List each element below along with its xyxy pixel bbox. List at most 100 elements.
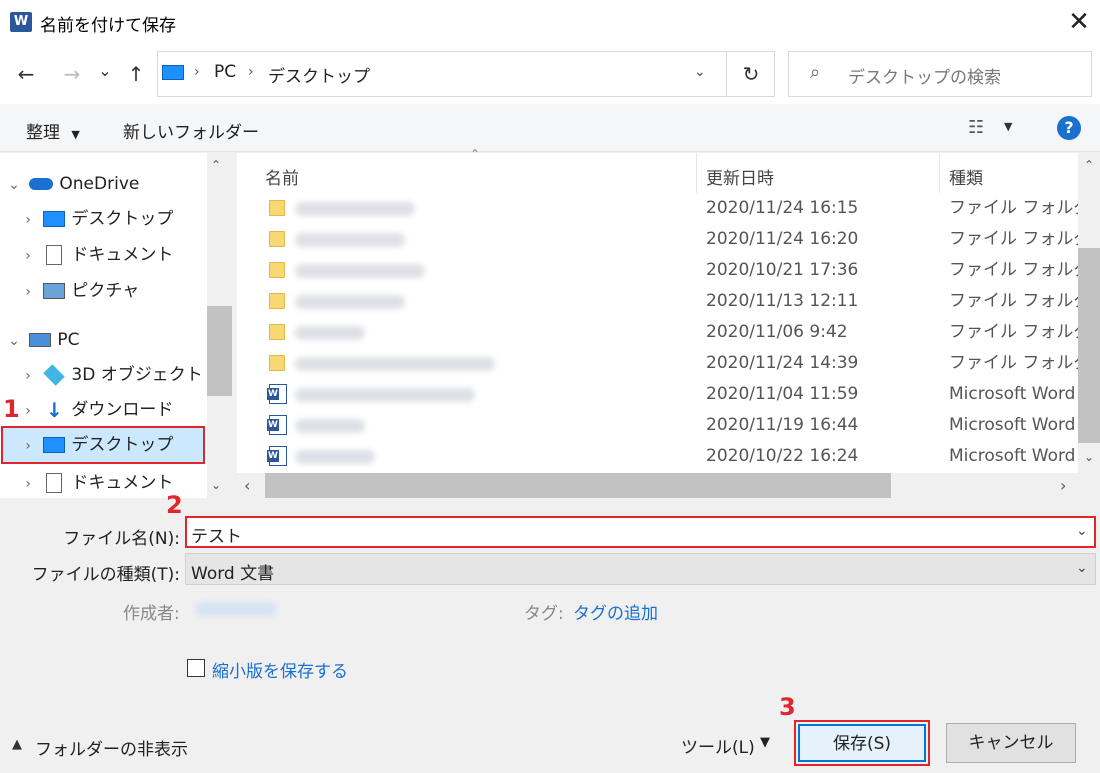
filetype-value[interactable]: Word 文書 xyxy=(191,559,274,584)
filename-dropdown-chevron-icon[interactable]: ⌄ xyxy=(1076,523,1088,539)
file-name-blurred[interactable] xyxy=(295,450,375,464)
scroll-left-chevron-icon[interactable]: ‹ xyxy=(244,476,250,495)
recent-locations-chevron-icon[interactable]: ⌄ xyxy=(95,56,115,86)
column-divider[interactable] xyxy=(939,153,940,193)
up-arrow-icon[interactable]: ↑ xyxy=(124,59,148,89)
file-name-blurred[interactable] xyxy=(295,233,405,247)
step-annotation-2: 2 xyxy=(166,491,183,519)
file-list-vertical-scroll-thumb[interactable] xyxy=(1078,248,1100,443)
new-folder-button[interactable]: 新しいフォルダー xyxy=(123,118,259,143)
collapsed-chevron-icon[interactable]: › xyxy=(18,359,38,393)
table-row[interactable]: 2020/11/04 11:59 Microsoft Word xyxy=(240,379,1078,410)
file-name-blurred[interactable] xyxy=(295,202,415,216)
close-icon[interactable]: ✕ xyxy=(1062,6,1096,40)
pc-icon xyxy=(162,65,184,80)
file-list-horizontal-scroll-thumb[interactable] xyxy=(265,473,891,498)
scroll-up-chevron-icon[interactable]: ⌃ xyxy=(211,158,221,172)
organize-label: 整理 xyxy=(26,123,60,143)
table-row[interactable]: 2020/11/06 9:42 ファイル フォルダー xyxy=(240,317,1100,348)
sidebar-item-documents[interactable]: › ドキュメント xyxy=(18,466,173,500)
sidebar-item-desktop-selected[interactable]: › デスクトップ xyxy=(1,426,205,464)
filename-value[interactable]: テスト xyxy=(191,522,242,547)
collapsed-chevron-icon[interactable]: › xyxy=(18,275,38,309)
file-name-blurred[interactable] xyxy=(295,357,495,371)
sidebar-item-3d-objects[interactable]: › 3D オブジェクト xyxy=(18,358,203,392)
folder-icon xyxy=(269,231,285,247)
sidebar-item-documents[interactable]: › ドキュメント xyxy=(18,238,173,272)
table-row[interactable]: 2020/10/22 16:24 Microsoft Word xyxy=(240,441,1078,472)
collapsed-chevron-icon[interactable]: › xyxy=(18,239,38,273)
breadcrumb-separator-icon[interactable]: › xyxy=(194,64,200,80)
search-placeholder: デスクトップの検索 xyxy=(848,68,1001,88)
sidebar-item-onedrive[interactable]: ⌄ OneDrive xyxy=(4,167,139,201)
hide-folders-button[interactable]: フォルダーの非表示 xyxy=(35,735,188,760)
collapsed-chevron-icon[interactable]: › xyxy=(18,429,38,463)
save-button[interactable]: 保存(S) xyxy=(794,720,930,766)
table-row[interactable]: 2020/11/19 16:44 Microsoft Word xyxy=(240,410,1078,441)
scroll-right-chevron-icon[interactable]: › xyxy=(1060,476,1066,495)
organize-button[interactable]: 整理 ▼ xyxy=(26,118,80,143)
table-row[interactable]: 2020/11/24 16:15 ファイル フォルダー xyxy=(240,193,1100,224)
sidebar-item-pictures[interactable]: › ピクチャ xyxy=(18,274,139,308)
sidebar-item-downloads[interactable]: › ↓ ダウンロード xyxy=(18,393,173,427)
folder-icon xyxy=(269,200,285,216)
scroll-down-chevron-icon[interactable]: ⌄ xyxy=(211,478,221,492)
address-divider xyxy=(726,51,727,97)
file-name-blurred[interactable] xyxy=(295,326,365,340)
breadcrumb-separator-icon[interactable]: › xyxy=(248,64,254,80)
column-divider[interactable] xyxy=(696,153,697,193)
filetype-select[interactable] xyxy=(185,553,1096,585)
word-app-icon: W xyxy=(10,12,32,32)
save-thumbnail-checkbox[interactable] xyxy=(187,659,205,677)
cancel-button[interactable]: キャンセル xyxy=(946,723,1076,763)
save-thumbnail-label[interactable]: 縮小版を保存する xyxy=(212,657,348,682)
table-row[interactable]: 2020/11/24 16:20 ファイル フォルダー xyxy=(240,224,1100,255)
tools-button[interactable]: ツール(L) xyxy=(681,733,755,758)
file-name-blurred[interactable] xyxy=(295,388,475,402)
collapsed-chevron-icon[interactable]: › xyxy=(18,203,38,237)
table-row[interactable]: 2020/11/13 12:11 ファイル フォルダー xyxy=(240,286,1100,317)
table-row[interactable]: 2020/10/21 17:36 ファイル フォルダー xyxy=(240,255,1100,286)
scroll-up-chevron-icon[interactable]: ⌃ xyxy=(1084,158,1094,172)
sidebar-item-desktop[interactable]: › デスクトップ xyxy=(18,202,173,236)
filetype-dropdown-chevron-icon[interactable]: ⌄ xyxy=(1076,560,1088,576)
sidebar-item-label: OneDrive xyxy=(59,174,140,194)
expanded-chevron-icon[interactable]: ⌄ xyxy=(4,324,24,358)
step-annotation-1: 1 xyxy=(3,395,20,423)
search-icon: ⌕ xyxy=(810,62,821,83)
file-name-blurred[interactable] xyxy=(295,419,365,433)
tags-label: タグ: xyxy=(524,604,564,624)
folder-icon xyxy=(269,293,285,309)
cube-icon xyxy=(43,364,66,386)
forward-arrow-icon[interactable]: → xyxy=(58,59,86,89)
scroll-down-chevron-icon[interactable]: ⌄ xyxy=(1084,450,1094,464)
table-row[interactable]: 2020/11/24 14:39 ファイル フォルダー xyxy=(240,348,1100,379)
collapsed-chevron-icon[interactable]: › xyxy=(18,394,38,428)
help-icon[interactable]: ? xyxy=(1057,116,1081,140)
breadcrumb-desktop[interactable]: デスクトップ xyxy=(268,62,370,87)
collapsed-chevron-icon[interactable]: › xyxy=(18,467,38,501)
back-arrow-icon[interactable]: ← xyxy=(12,59,40,89)
tools-dropdown-chevron-icon[interactable]: ▼ xyxy=(760,735,770,750)
refresh-icon[interactable]: ↻ xyxy=(736,59,766,89)
column-header-date[interactable]: 更新日時 xyxy=(706,164,774,189)
expanded-chevron-icon[interactable]: ⌄ xyxy=(4,168,24,202)
document-icon xyxy=(46,245,63,265)
file-date: 2020/11/13 12:11 xyxy=(706,291,859,311)
file-name-blurred[interactable] xyxy=(295,295,405,309)
address-dropdown-chevron-icon[interactable]: ⌄ xyxy=(694,64,706,80)
sidebar-item-pc[interactable]: ⌄ PC xyxy=(4,323,79,358)
filename-input[interactable] xyxy=(185,516,1096,548)
file-name-blurred[interactable] xyxy=(295,264,425,278)
add-tag-link[interactable]: タグの追加 xyxy=(573,599,658,624)
column-header-type[interactable]: 種類 xyxy=(949,164,983,189)
word-file-icon xyxy=(267,415,287,435)
breadcrumb-pc[interactable]: PC xyxy=(214,62,236,82)
file-date: 2020/11/24 16:20 xyxy=(706,229,859,249)
navigation-pane-scroll-thumb[interactable] xyxy=(207,306,232,396)
view-options-icon[interactable]: ☷ xyxy=(968,117,984,138)
author-value-blurred[interactable] xyxy=(195,602,277,616)
view-dropdown-chevron-icon[interactable]: ▼ xyxy=(1004,120,1012,133)
chevron-up-icon[interactable]: ▲ xyxy=(12,737,22,752)
column-header-name[interactable]: 名前 xyxy=(265,164,299,189)
